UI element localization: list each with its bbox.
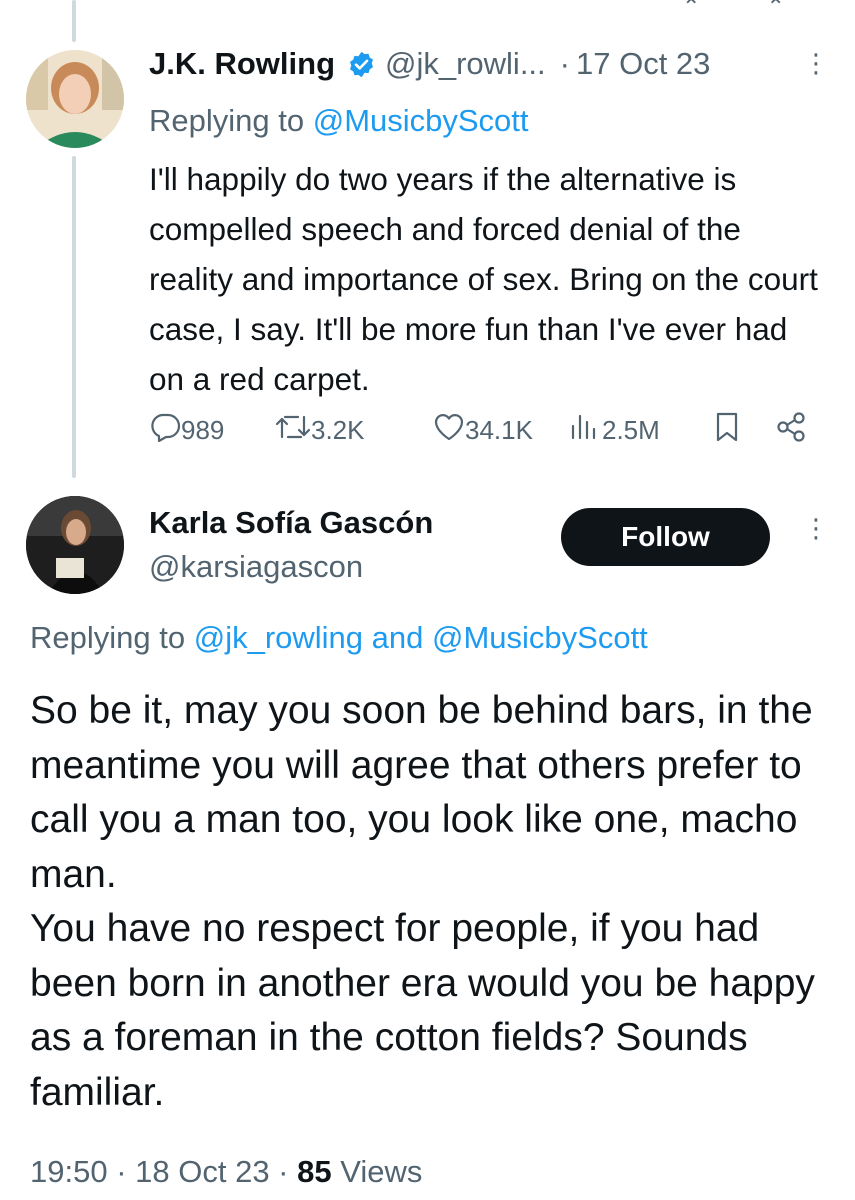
views-count: 85 (297, 1154, 332, 1189)
reply-button[interactable]: 989 (149, 412, 224, 449)
replying-prefix: Replying to (149, 103, 313, 138)
replying-to: Replying to @jk_rowling and @MusicbyScot… (30, 620, 648, 656)
views-count: 2.5M (602, 414, 660, 445)
bookmark-button[interactable] (713, 411, 741, 450)
reply-count: 989 (181, 414, 225, 445)
share-button[interactable] (775, 411, 807, 450)
views-icon (568, 412, 602, 449)
tweet-paragraph: So be it, may you soon be behind bars, i… (30, 689, 813, 896)
author-handle[interactable]: @jk_rowli... (385, 46, 546, 82)
follow-button[interactable]: Follow (561, 508, 770, 566)
tweet-1-text: I'll happily do two years if the alterna… (149, 161, 818, 397)
meta-separator: · (269, 1154, 298, 1189)
like-count: 34.1K (465, 414, 533, 445)
verified-badge-icon (347, 50, 376, 79)
replying-prefix: Replying to (30, 620, 194, 655)
tweet-2-text: So be it, may you soon be behind bars, i… (30, 684, 830, 1120)
like-button[interactable]: 34.1K (433, 412, 533, 449)
reply-icon (149, 412, 181, 449)
avatar-karla-sofia-gascon[interactable] (26, 496, 124, 594)
author-name[interactable]: J.K. Rowling (149, 46, 335, 82)
replying-and: and (363, 620, 432, 655)
share-icon (775, 411, 807, 450)
tweet-date[interactable]: 18 Oct 23 (135, 1154, 269, 1189)
more-icon[interactable]: ⋮ (803, 50, 829, 76)
tweet-actions: 989 3.2K 34.1K 2.5M (149, 408, 819, 452)
thread-line (72, 156, 76, 478)
cropped-icons: ⌃ ⌃ (682, 0, 815, 19)
replying-to: Replying to @MusicbyScott (149, 103, 529, 139)
tweet-meta: 19:50 · 18 Oct 23 · 85 Views (30, 1154, 422, 1190)
meta-separator: · (107, 1154, 136, 1189)
views-button[interactable]: 2.5M (568, 412, 660, 449)
mention-link[interactable]: @MusicbyScott (432, 620, 648, 655)
separator: · (559, 46, 570, 81)
avatar-jk-rowling[interactable] (26, 50, 124, 148)
retweet-count: 3.2K (311, 414, 365, 445)
thread-line-top (72, 0, 76, 42)
retweet-icon (275, 413, 311, 448)
like-icon (433, 412, 465, 449)
tweet-1-header: J.K. Rowling @jk_rowli... · 17 Oct 23 (149, 46, 710, 82)
tweet-paragraph: You have no respect for people, if you h… (30, 907, 815, 1114)
mention-link[interactable]: @MusicbyScott (313, 103, 529, 138)
author-name[interactable]: Karla Sofía Gascón (149, 505, 433, 541)
more-icon[interactable]: ⋮ (803, 515, 829, 541)
tweet-time[interactable]: 19:50 (30, 1154, 108, 1189)
bookmark-icon (713, 411, 741, 450)
views-label: Views (331, 1154, 423, 1189)
tweet-date[interactable]: 17 Oct 23 (576, 46, 710, 82)
retweet-button[interactable]: 3.2K (275, 413, 365, 448)
mention-link[interactable]: @jk_rowling (194, 620, 363, 655)
author-handle[interactable]: @karsiagascon (149, 549, 363, 585)
